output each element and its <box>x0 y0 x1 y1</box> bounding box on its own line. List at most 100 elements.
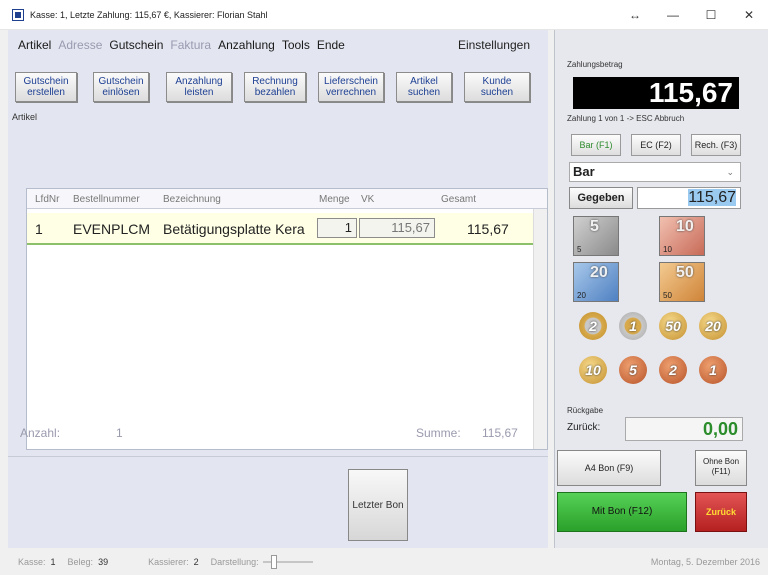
table-row[interactable]: 1 EVENPLCM Betätigungsplatte Kera 1 115,… <box>27 213 547 245</box>
banknote-value: 5 <box>590 218 599 235</box>
menu-ende[interactable]: Ende <box>317 38 345 52</box>
button-label-line1: Gutschein <box>23 76 69 87</box>
close-icon[interactable]: ✕ <box>730 8 768 22</box>
banknote-value: 10 <box>676 218 694 235</box>
summe-label: Summe: <box>416 426 461 440</box>
rueckgabe-value: 0,00 <box>625 417 743 441</box>
payment-method-value: Bar <box>573 164 595 179</box>
banknote-20-icon[interactable]: 20 20 <box>573 262 619 302</box>
grid-header: LfdNr Bestellnummer Bezeichnung Menge VK… <box>27 189 547 209</box>
minimize-icon[interactable]: — <box>654 8 692 22</box>
tab-ec[interactable]: EC (F2) <box>631 134 681 156</box>
anzahlung-leisten-button[interactable]: Anzahlung leisten <box>166 72 232 102</box>
coin-5-cent-icon[interactable]: 5 <box>619 356 647 384</box>
coin-1-cent-icon[interactable]: 1 <box>699 356 727 384</box>
article-grid[interactable]: LfdNr Bestellnummer Bezeichnung Menge VK… <box>26 188 548 450</box>
button-label-line1: Anzahlung <box>175 76 223 87</box>
maximize-icon[interactable]: ☐ <box>692 8 730 22</box>
banknote-50-icon[interactable]: 50 50 <box>659 262 705 302</box>
button-label-line2: einlösen <box>102 87 140 98</box>
chevron-down-icon: ⌄ <box>726 167 734 177</box>
ohne-bon-button[interactable]: Ohne Bon (F11) <box>695 450 747 486</box>
gutschein-einloesen-button[interactable]: Gutschein einlösen <box>93 72 149 102</box>
payment-info: Zahlung 1 von 1 -> ESC Abbruch <box>567 114 685 123</box>
price-field[interactable]: 115,67 <box>359 218 435 238</box>
coin-1-euro-icon[interactable]: 1 <box>619 312 647 340</box>
beleg-label: Beleg: <box>67 556 94 567</box>
coin-10-cent-icon[interactable]: 10 <box>579 356 607 384</box>
payment-method-select[interactable]: Bar ⌄ <box>569 162 741 182</box>
artikel-suchen-button[interactable]: Artikel suchen <box>396 72 452 102</box>
slider-thumb[interactable] <box>270 554 277 569</box>
button-label-line2: bezahlen <box>254 87 296 98</box>
menu-tools[interactable]: Tools <box>282 38 310 52</box>
resize-icon[interactable]: ↔ <box>616 8 654 22</box>
button-label-line2: suchen <box>407 87 441 98</box>
menu-anzahlung[interactable]: Anzahlung <box>218 38 275 52</box>
kasse-value: 1 <box>50 556 56 567</box>
grid-scrollbar[interactable] <box>533 209 547 449</box>
menu-gutschein[interactable]: Gutschein <box>109 38 163 52</box>
tab-bar[interactable]: Bar (F1) <box>571 134 621 156</box>
summe-value: 115,67 <box>482 426 518 440</box>
mit-bon-button[interactable]: Mit Bon (F12) <box>557 492 687 532</box>
kassierer-label: Kassierer: <box>148 556 189 567</box>
button-label-line2: (F11) <box>711 467 731 476</box>
gegeben-button[interactable]: Gegeben <box>569 187 633 209</box>
header-bestellnummer[interactable]: Bestellnummer <box>73 194 140 205</box>
a4-bon-button[interactable]: A4 Bon (F9) <box>557 450 661 486</box>
menu-artikel[interactable]: Artikel <box>18 38 51 52</box>
button-label-line2: verrechnen <box>325 87 377 98</box>
banknote-5-icon[interactable]: 5 5 <box>573 216 619 256</box>
toolbar: Gutschein erstellen Gutschein einlösen A… <box>8 60 548 136</box>
banknote-value: 50 <box>676 264 694 281</box>
menu-faktura[interactable]: Faktura <box>170 38 211 52</box>
darstellung-slider[interactable] <box>262 554 313 569</box>
kassierer-value: 2 <box>193 556 199 567</box>
title-bar: Kasse: 1, Letzte Zahlung: 115,67 €, Kass… <box>0 0 768 30</box>
gegeben-value: 115,67 <box>688 189 736 206</box>
app-icon <box>12 8 24 21</box>
lieferschein-verrechnen-button[interactable]: Lieferschein verrechnen <box>318 72 384 102</box>
totals-bar: Anzahl: 1 Summe: 115,67 <box>8 426 548 446</box>
tab-rechnung[interactable]: Rech. (F3) <box>691 134 741 156</box>
header-gesamt[interactable]: Gesamt <box>441 194 476 205</box>
window-title: Kasse: 1, Letzte Zahlung: 115,67 €, Kass… <box>30 9 268 20</box>
artikel-section-label: Artikel <box>12 112 38 122</box>
header-lfdnr[interactable]: LfdNr <box>35 194 59 205</box>
gutschein-erstellen-button[interactable]: Gutschein erstellen <box>15 72 77 102</box>
menu-bar: Artikel Adresse Gutschein Faktura Anzahl… <box>8 30 548 60</box>
bottom-area: Letzter Bon <box>8 456 548 548</box>
kunde-suchen-button[interactable]: Kunde suchen <box>464 72 530 102</box>
button-label-line1: Ohne Bon <box>702 457 740 466</box>
coin-50-cent-icon[interactable]: 50 <box>659 312 687 340</box>
banknote-corner-value: 5 <box>577 245 582 254</box>
kasse-label: Kasse: <box>18 556 46 567</box>
rechnung-bezahlen-button[interactable]: Rechnung bezahlen <box>244 72 306 102</box>
menu-einstellungen[interactable]: Einstellungen <box>458 38 530 52</box>
button-label-line1: Lieferschein <box>324 76 378 87</box>
header-bezeichnung[interactable]: Bezeichnung <box>163 194 221 205</box>
cell-bezeichnung: Betätigungsplatte Kera <box>163 221 305 237</box>
gegeben-input[interactable]: 115,67 <box>637 187 741 209</box>
coin-20-cent-icon[interactable]: 20 <box>699 312 727 340</box>
menu-adresse[interactable]: Adresse <box>58 38 102 52</box>
button-label-line1: Artikel <box>410 76 438 87</box>
coin-2-cent-icon[interactable]: 2 <box>659 356 687 384</box>
coin-2-euro-icon[interactable]: 2 <box>579 312 607 340</box>
payment-panel: Zahlungsbetrag 115,67 Zahlung 1 von 1 ->… <box>554 30 768 548</box>
sales-panel: Artikel Adresse Gutschein Faktura Anzahl… <box>8 30 548 548</box>
header-menge[interactable]: Menge <box>319 194 350 205</box>
banknote-10-icon[interactable]: 10 10 <box>659 216 705 256</box>
status-bar: Kasse: 1 Beleg: 39 Kassierer: 2 Darstell… <box>0 548 768 575</box>
button-label-line2: suchen <box>480 87 514 98</box>
header-vk[interactable]: VK <box>361 194 374 205</box>
button-label-line1: Kunde <box>482 76 512 87</box>
quantity-field[interactable]: 1 <box>317 218 357 238</box>
button-label-line1: Rechnung <box>252 76 298 87</box>
status-date: Montag, 5. Dezember 2016 <box>650 556 760 567</box>
beleg-value: 39 <box>98 556 109 567</box>
zurueck-button[interactable]: Zurück <box>695 492 747 532</box>
anzahl-label: Anzahl: <box>20 426 61 440</box>
letzter-bon-button[interactable]: Letzter Bon <box>348 469 408 541</box>
